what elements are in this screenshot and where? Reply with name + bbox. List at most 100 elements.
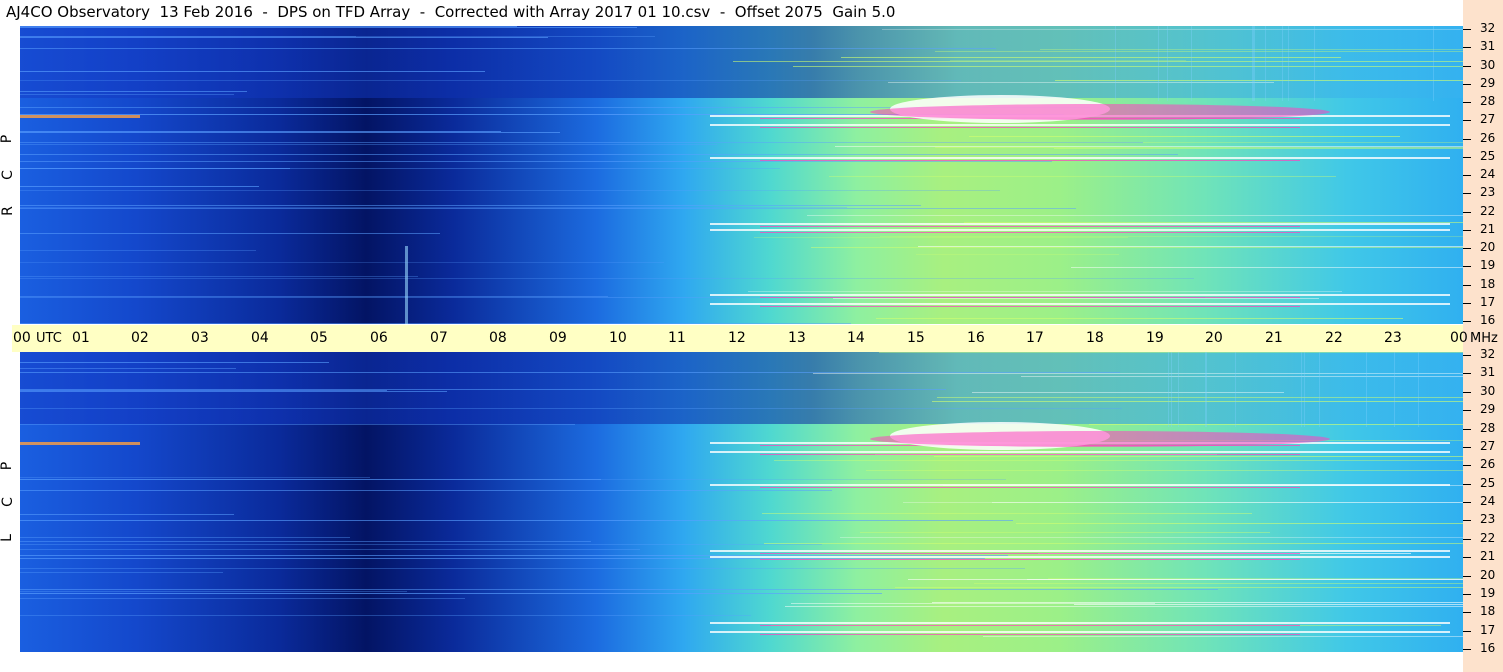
interference-line (880, 236, 1463, 237)
vertical-noise-line (1171, 352, 1172, 427)
interference-line (20, 276, 418, 277)
pol-letter: R (0, 206, 16, 216)
vertical-noise-line (1167, 26, 1168, 101)
interference-line (829, 176, 1336, 177)
x-tick-label: 01 (72, 330, 90, 346)
y-tick-mark (1463, 373, 1471, 374)
y-tick-label: 29 (1480, 76, 1496, 90)
x-tick-label: 22 (1325, 330, 1343, 346)
y-tick-mark (1463, 303, 1471, 304)
y-tick-mark (1463, 248, 1471, 249)
interference-line (20, 36, 655, 37)
interference-line (20, 27, 637, 28)
interference-line (20, 598, 465, 599)
interference-line (20, 132, 560, 133)
emission-band-edge (760, 306, 1300, 307)
vertical-noise-line (1301, 352, 1302, 427)
y-tick-mark (1463, 612, 1471, 613)
interference-line (20, 408, 1122, 409)
emission-band-edge (760, 297, 1300, 298)
y-tick-label: 25 (1480, 476, 1496, 490)
interference-line (793, 66, 1463, 67)
interference-line (20, 572, 223, 573)
x-tick-label: 13 (788, 330, 806, 346)
interference-line (20, 205, 921, 206)
y-tick-mark (1463, 47, 1471, 48)
interference-line (964, 222, 1463, 223)
interference-line (754, 237, 1128, 238)
interference-line (20, 362, 329, 363)
vertical-noise-line (1191, 26, 1192, 101)
interference-line (1027, 579, 1463, 580)
y-tick-mark (1463, 465, 1471, 466)
interference-line (20, 591, 407, 592)
y-tick-label: 30 (1480, 384, 1496, 398)
y-unit-label: MHz (1470, 331, 1498, 346)
interference-line (20, 372, 1120, 373)
x-tick-label: 21 (1265, 330, 1283, 346)
y-tick-mark (1463, 576, 1471, 577)
x-tick-label: 00 (1450, 330, 1468, 346)
interference-line (918, 246, 1463, 247)
y-tick-label: 31 (1480, 39, 1496, 53)
x-tick-label: 12 (728, 330, 746, 346)
y-tick-mark (1463, 649, 1471, 650)
spectrogram-rcp-features (20, 26, 1463, 324)
x-tick-label: 10 (609, 330, 627, 346)
y-tick-label: 29 (1480, 402, 1496, 416)
pol-letter: C (0, 497, 16, 507)
interference-line (934, 456, 1463, 457)
pol-letter: P (0, 461, 16, 471)
interference-line (833, 298, 1319, 299)
interference-line (888, 82, 1274, 83)
interference-line (932, 602, 1463, 603)
interference-line (1071, 267, 1463, 268)
y-tick-mark (1463, 139, 1471, 140)
interference-line (1054, 148, 1463, 149)
y-tick-mark (1463, 631, 1471, 632)
interference-line (20, 555, 1008, 556)
vertical-noise-line (1206, 352, 1207, 427)
y-tick-mark (1463, 102, 1471, 103)
interference-line (791, 603, 1155, 604)
interference-line (20, 142, 1143, 143)
y-tick-label: 18 (1480, 277, 1496, 291)
x-tick-label: 02 (131, 330, 149, 346)
interference-line (20, 477, 370, 478)
y-tick-label: 30 (1480, 58, 1496, 72)
x-tick-label: 16 (967, 330, 985, 346)
y-tick-mark (1463, 429, 1471, 430)
pol-letter: C (0, 170, 16, 180)
interference-line (895, 587, 1463, 588)
y-tick-mark (1463, 84, 1471, 85)
y-tick-mark (1463, 66, 1471, 67)
interference-line (20, 593, 882, 594)
vertical-noise-line (1319, 352, 1320, 427)
emission-band-edge (760, 487, 1300, 488)
emission-band-edge (760, 559, 1300, 560)
x-tick-label: 09 (549, 330, 567, 346)
y-tick-mark (1463, 392, 1471, 393)
interference-line (20, 589, 1218, 590)
interference-line (20, 558, 985, 559)
emission-band (710, 556, 1450, 558)
x-tick-label: 04 (251, 330, 269, 346)
vertical-noise-line (1282, 26, 1283, 101)
interference-line (20, 549, 640, 550)
y-tick-mark (1463, 557, 1471, 558)
y-tick-mark (1463, 502, 1471, 503)
vertical-noise-line (1178, 352, 1179, 427)
interference-line (932, 401, 1463, 402)
interference-line (20, 250, 256, 251)
y-tick-label: 24 (1480, 167, 1496, 181)
vertical-noise-line (1252, 26, 1253, 101)
left-27mhz-line (20, 442, 140, 445)
y-tick-label: 22 (1480, 531, 1496, 545)
interference-line (1055, 80, 1463, 81)
interference-line (992, 502, 1463, 503)
emission-band-edge (760, 160, 1300, 161)
interference-line (20, 131, 501, 132)
emission-band (710, 631, 1450, 633)
emission-band (710, 550, 1450, 552)
interference-line (20, 26, 517, 27)
